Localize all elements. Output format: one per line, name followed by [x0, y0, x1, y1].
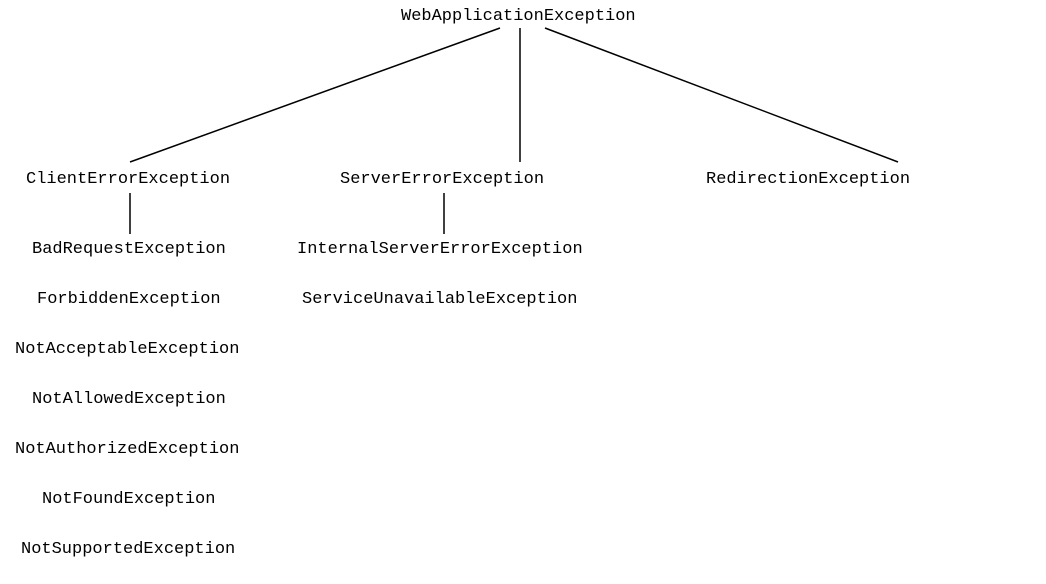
client-child-5: NotFoundException [42, 490, 215, 509]
client-child-1: ForbiddenException [37, 290, 221, 309]
client-child-6: NotSupportedException [21, 540, 235, 559]
client-child-2: NotAcceptableException [15, 340, 239, 359]
client-child-4: NotAuthorizedException [15, 440, 239, 459]
server-child-0: InternalServerErrorException [297, 240, 583, 259]
root-node: WebApplicationException [401, 7, 636, 26]
client-error-node: ClientErrorException [26, 170, 230, 189]
client-child-3: NotAllowedException [32, 390, 226, 409]
server-child-1: ServiceUnavailableException [302, 290, 577, 309]
server-error-node: ServerErrorException [340, 170, 544, 189]
redirection-node: RedirectionException [706, 170, 910, 189]
client-child-0: BadRequestException [32, 240, 226, 259]
